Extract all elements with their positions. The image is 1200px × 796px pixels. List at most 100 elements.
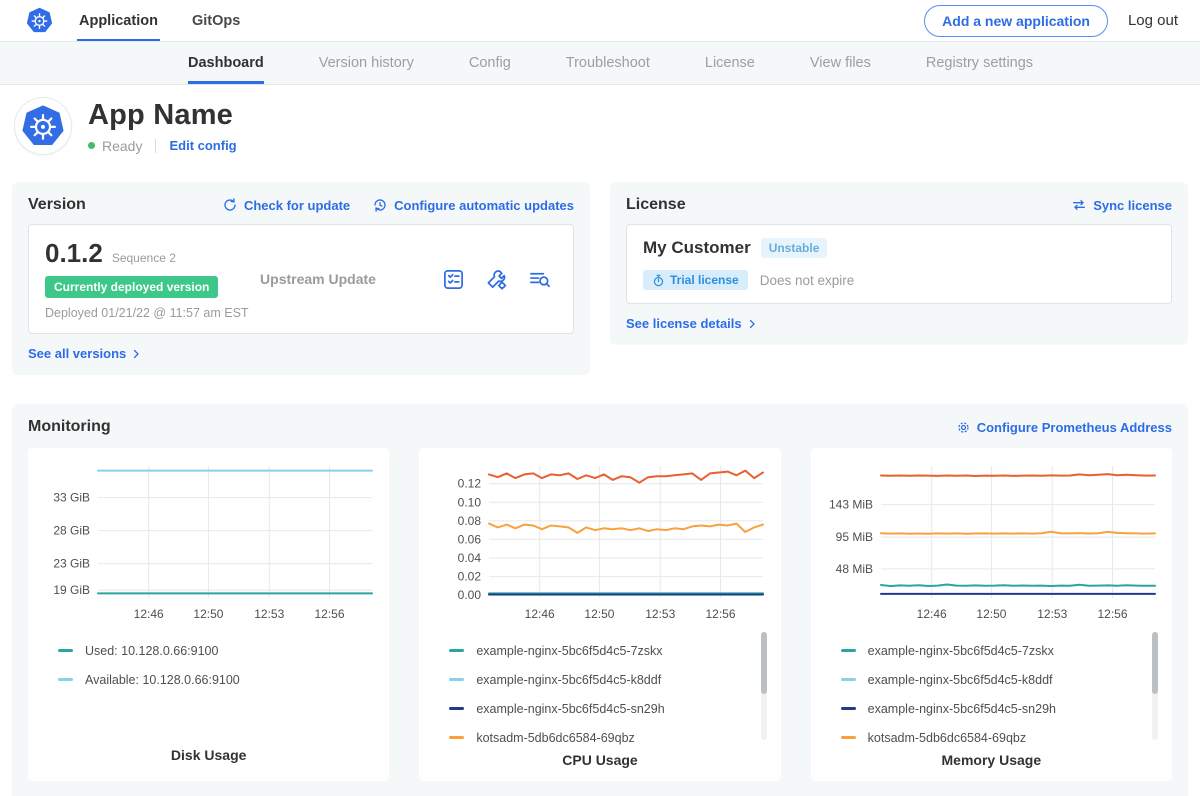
legend-item: example-nginx-5bc6f5d4c5-sn29h: [841, 694, 1164, 723]
trial-license-badge: Trial license: [643, 270, 748, 290]
sync-license-link[interactable]: Sync license: [1071, 197, 1172, 213]
svg-text:48 MiB: 48 MiB: [835, 562, 872, 576]
svg-text:12:46: 12:46: [134, 607, 164, 621]
svg-text:12:46: 12:46: [916, 607, 946, 621]
subnav-version-history[interactable]: Version history: [319, 42, 414, 84]
chart-title: Disk Usage: [36, 747, 381, 769]
svg-text:19 GiB: 19 GiB: [53, 583, 90, 597]
disk-usage-legend: Used: 10.128.0.66:9100 Available: 10.128.…: [36, 626, 381, 747]
tab-application[interactable]: Application: [77, 0, 160, 41]
clock-rotate-icon: [372, 197, 388, 213]
channel-badge: Unstable: [761, 238, 828, 258]
status-text: Ready: [102, 138, 142, 154]
legend-label: kotsadm-5db6dc6584-69qbz: [476, 731, 634, 745]
chart-title: Memory Usage: [819, 752, 1164, 774]
disk-usage-chart: 33 GiB28 GiB23 GiB19 GiB12:4612:5012:531…: [36, 458, 381, 626]
sync-arrows-icon: [1071, 197, 1087, 213]
monitoring-section: Monitoring Configure Prometheus Address …: [12, 404, 1188, 796]
kubernetes-logo-icon: [26, 0, 53, 41]
legend-swatch: [841, 736, 856, 739]
cpu-usage-legend: example-nginx-5bc6f5d4c5-7zskx example-ng…: [427, 626, 772, 752]
legend-item: example-nginx-5bc6f5d4c5-7zskx: [841, 636, 1164, 665]
svg-text:28 GiB: 28 GiB: [53, 524, 90, 538]
legend-item: kotsadm-5db6dc6584-69qbz: [449, 723, 772, 752]
legend-scrollbar[interactable]: [1152, 632, 1158, 740]
legend-label: Available: 10.128.0.66:9100: [85, 673, 240, 687]
legend-swatch: [841, 678, 856, 681]
preflight-checks-icon[interactable]: [442, 268, 465, 291]
legend-label: example-nginx-5bc6f5d4c5-k8ddf: [476, 673, 661, 687]
subnav-dashboard[interactable]: Dashboard: [188, 42, 264, 84]
gear-icon: [956, 420, 971, 435]
cpu-usage-chart: 0.120.100.080.060.040.020.0012:4612:5012…: [427, 458, 772, 626]
legend-scrollbar[interactable]: [761, 632, 767, 740]
logout-button[interactable]: Log out: [1128, 12, 1178, 29]
configure-automatic-updates-link[interactable]: Configure automatic updates: [372, 197, 574, 213]
monitoring-title: Monitoring: [28, 418, 111, 436]
legend-label: example-nginx-5bc6f5d4c5-7zskx: [476, 644, 662, 658]
svg-text:12:50: 12:50: [193, 607, 223, 621]
customer-name: My Customer: [643, 238, 751, 258]
see-all-versions-link[interactable]: See all versions: [28, 346, 574, 361]
svg-text:12:53: 12:53: [646, 607, 676, 621]
memory-usage-chart: 143 MiB95 MiB48 MiB12:4612:5012:5312:56: [819, 458, 1164, 626]
divider: [155, 139, 156, 153]
legend-item: Used: 10.128.0.66:9100: [58, 636, 381, 665]
subnav-troubleshoot[interactable]: Troubleshoot: [566, 42, 650, 84]
svg-text:12:56: 12:56: [706, 607, 736, 621]
legend-item: example-nginx-5bc6f5d4c5-k8ddf: [449, 665, 772, 694]
configure-prometheus-link[interactable]: Configure Prometheus Address: [956, 420, 1172, 435]
legend-swatch: [449, 678, 464, 681]
top-nav-tabs: Application GitOps: [77, 0, 242, 41]
stopwatch-icon: [652, 274, 665, 287]
subnav-registry-settings[interactable]: Registry settings: [926, 42, 1033, 84]
legend-item: example-nginx-5bc6f5d4c5-k8ddf: [841, 665, 1164, 694]
legend-swatch: [841, 707, 856, 710]
tab-gitops[interactable]: GitOps: [190, 0, 242, 41]
top-nav: Application GitOps Add a new application…: [0, 0, 1200, 42]
legend-label: example-nginx-5bc6f5d4c5-k8ddf: [868, 673, 1053, 687]
refresh-icon: [222, 197, 238, 213]
legend-item: example-nginx-5bc6f5d4c5-7zskx: [449, 636, 772, 665]
memory-usage-chart-card: 143 MiB95 MiB48 MiB12:4612:5012:5312:56 …: [811, 448, 1172, 781]
edit-config-link[interactable]: Edit config: [169, 138, 236, 153]
memory-usage-legend: example-nginx-5bc6f5d4c5-7zskx example-ng…: [819, 626, 1164, 752]
deployed-timestamp: Deployed 01/21/22 @ 11:57 am EST: [45, 306, 260, 320]
svg-text:23 GiB: 23 GiB: [53, 557, 90, 571]
add-application-button[interactable]: Add a new application: [924, 5, 1108, 37]
svg-text:12:50: 12:50: [976, 607, 1006, 621]
subnav-view-files[interactable]: View files: [810, 42, 871, 84]
see-license-details-link[interactable]: See license details: [626, 316, 1172, 331]
subnav-config[interactable]: Config: [469, 42, 511, 84]
page-title: App Name: [88, 99, 237, 132]
svg-text:0.12: 0.12: [458, 477, 482, 491]
license-details-box: My Customer Unstable Trial license Does …: [626, 224, 1172, 304]
config-wrench-icon[interactable]: [485, 268, 508, 291]
release-notes-search-icon[interactable]: [528, 268, 551, 291]
legend-item: example-nginx-5bc6f5d4c5-sn29h: [449, 694, 772, 723]
legend-label: example-nginx-5bc6f5d4c5-7zskx: [868, 644, 1054, 658]
svg-text:12:46: 12:46: [525, 607, 555, 621]
svg-text:0.10: 0.10: [458, 495, 482, 509]
version-number: 0.1.2: [45, 238, 103, 269]
legend-swatch: [449, 707, 464, 710]
expiration-text: Does not expire: [760, 273, 855, 288]
legend-label: example-nginx-5bc6f5d4c5-sn29h: [476, 702, 664, 716]
legend-item: kotsadm-5db6dc6584-69qbz: [841, 723, 1164, 752]
legend-swatch: [841, 649, 856, 652]
app-header: App Name Ready Edit config: [0, 85, 1200, 169]
legend-swatch: [449, 649, 464, 652]
svg-text:12:53: 12:53: [1037, 607, 1067, 621]
legend-swatch: [58, 678, 73, 681]
svg-text:95 MiB: 95 MiB: [835, 530, 872, 544]
subnav-license[interactable]: License: [705, 42, 755, 84]
cpu-usage-chart-card: 0.120.100.080.060.040.020.0012:4612:5012…: [419, 448, 780, 781]
svg-text:12:53: 12:53: [254, 607, 284, 621]
svg-text:12:56: 12:56: [1097, 607, 1127, 621]
legend-label: Used: 10.128.0.66:9100: [85, 644, 218, 658]
sequence-label: Sequence 2: [112, 251, 176, 265]
currently-deployed-badge: Currently deployed version: [45, 276, 218, 298]
check-for-update-link[interactable]: Check for update: [222, 197, 350, 213]
svg-text:0.08: 0.08: [458, 514, 482, 528]
svg-text:0.00: 0.00: [458, 588, 482, 602]
